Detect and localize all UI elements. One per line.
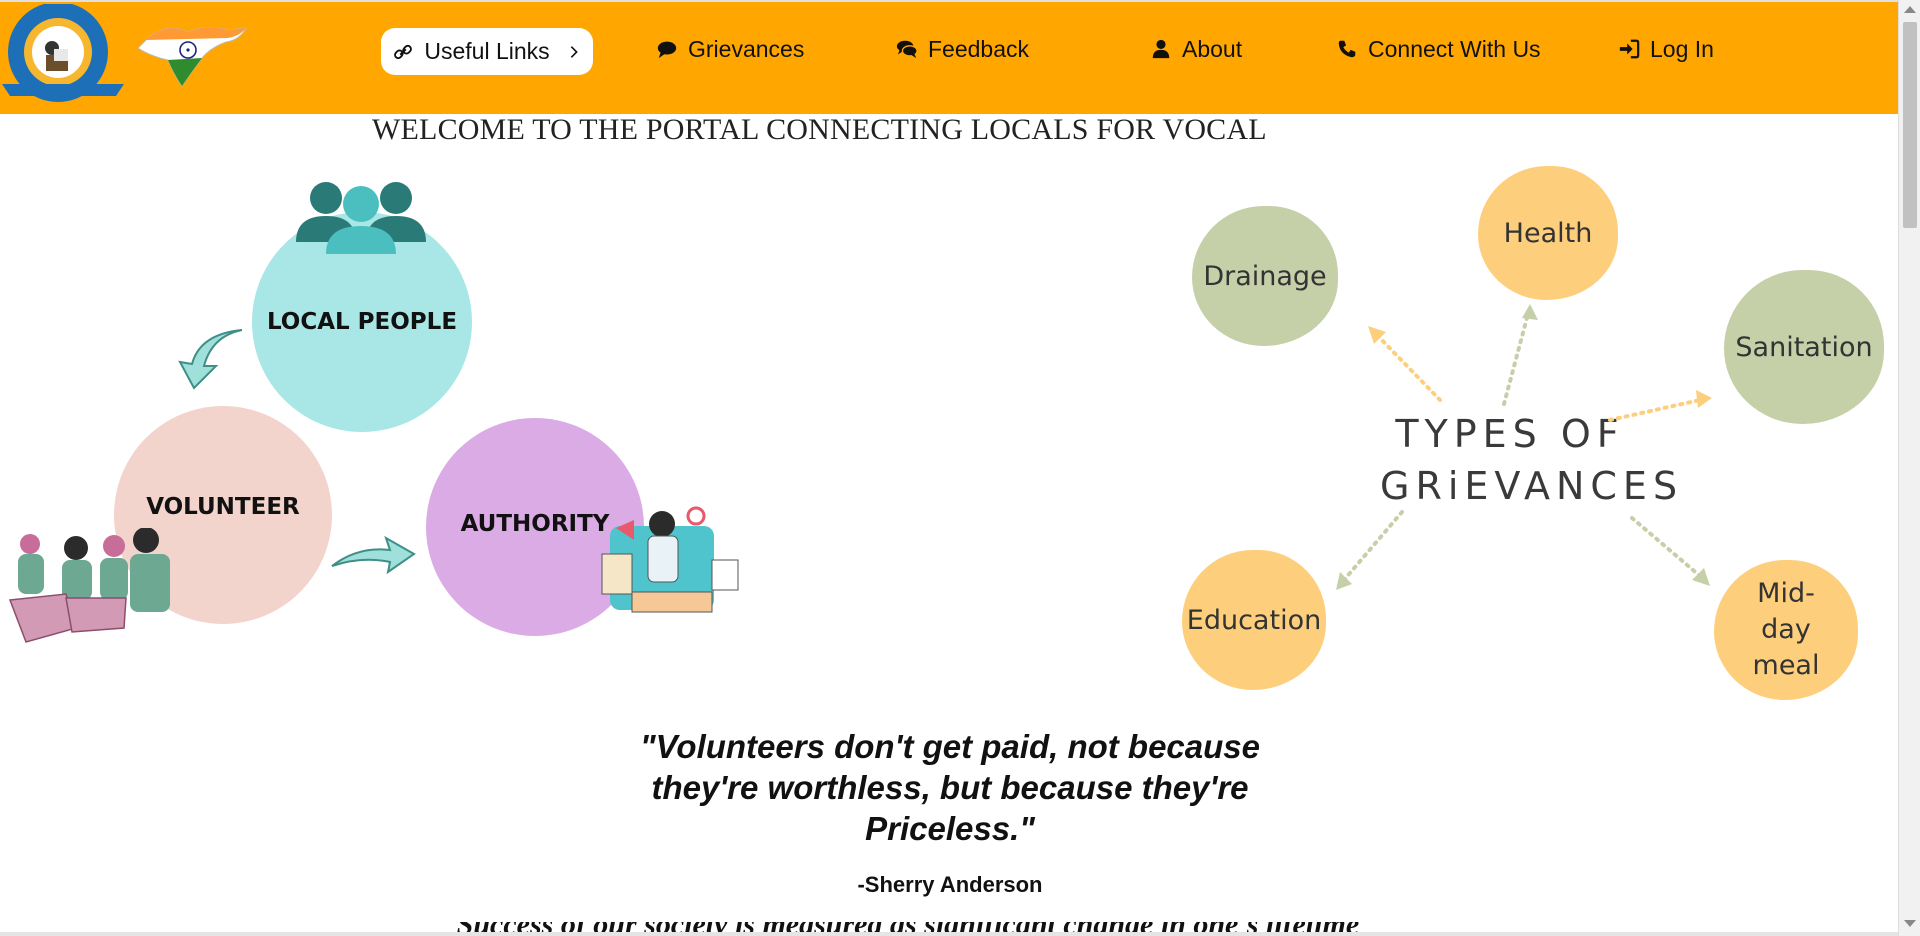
authority-label: AUTHORITY [460, 511, 610, 537]
nav-grievances-label: Grievances [688, 35, 805, 62]
volunteer-quote: "Volunteers don't get paid, not because … [639, 728, 1260, 847]
nav-about-label: About [1182, 35, 1243, 62]
arrow-to-education [1342, 510, 1404, 582]
nav-grievances[interactable]: Grievances [656, 24, 804, 74]
grievance-sanitation: Sanitation [1724, 270, 1884, 424]
grievance-center-line2: GRiEVANCES [1380, 464, 1684, 508]
nav-feedback[interactable]: Feedback [896, 24, 1029, 74]
grievance-drainage: Drainage [1192, 206, 1338, 346]
grievance-education-label: Education [1186, 604, 1322, 636]
phone-icon [1338, 40, 1356, 58]
curved-arrow-icon [331, 535, 416, 575]
top-navbar: Useful Links Grievances Feedback About C… [0, 0, 1898, 114]
scroll-down-arrow[interactable] [1904, 920, 1916, 927]
nav-about[interactable]: About [1150, 24, 1242, 74]
vocal-for-local-logo[interactable] [0, 4, 128, 104]
nav-login[interactable]: Log In [1618, 24, 1714, 74]
comments-icon [896, 40, 918, 59]
quote-author: -Sherry Anderson [857, 872, 1043, 897]
curved-arrow-icon [178, 329, 243, 390]
arrow-to-drainage [1374, 332, 1442, 402]
sign-in-icon [1619, 39, 1640, 59]
volunteer-label: VOLUNTEER [146, 494, 300, 520]
page-bottom-edge [0, 932, 1898, 936]
welcome-heading: WELCOME TO THE PORTAL CONNECTING LOCALS … [372, 113, 1267, 146]
comment-icon [657, 41, 677, 59]
nav-login-label: Log In [1650, 35, 1714, 62]
grievance-sanitation-label: Sanitation [1735, 331, 1873, 363]
chevron-right-icon [570, 45, 578, 58]
nav-connect-label: Connect With Us [1368, 35, 1541, 62]
grievance-center-line1: TYPES OF [1395, 412, 1625, 456]
vertical-scrollbar[interactable] [1898, 0, 1920, 936]
grievance-health-label: Health [1503, 217, 1593, 249]
arrow-to-health [1502, 312, 1530, 406]
arrow-to-midday-meal [1630, 516, 1702, 578]
grievance-drainage-label: Drainage [1203, 260, 1327, 292]
grievance-health: Health [1478, 166, 1618, 300]
nav-useful-links[interactable]: Useful Links [381, 28, 593, 75]
link-icon [394, 44, 413, 59]
authority-illustration [601, 506, 739, 613]
grievance-midday-meal: Mid-day meal [1714, 560, 1858, 700]
nav-connect[interactable]: Connect With Us [1336, 24, 1541, 74]
user-icon [1152, 39, 1170, 59]
volunteers-illustration [8, 528, 170, 643]
scroll-up-arrow[interactable] [1904, 6, 1916, 13]
people-group-icon [296, 182, 426, 254]
grievance-midday-meal-label: Mid-day meal [1752, 578, 1820, 681]
scroll-thumb[interactable] [1903, 22, 1917, 228]
local-people-label: LOCAL PEOPLE [266, 309, 458, 335]
india-map-icon [137, 26, 247, 87]
nav-useful-links-label: Useful Links [424, 38, 550, 64]
grievance-center-title: TYPES OF GRiEVANCES [1380, 408, 1684, 512]
nav-feedback-label: Feedback [928, 35, 1030, 62]
grievance-education: Education [1182, 550, 1326, 690]
